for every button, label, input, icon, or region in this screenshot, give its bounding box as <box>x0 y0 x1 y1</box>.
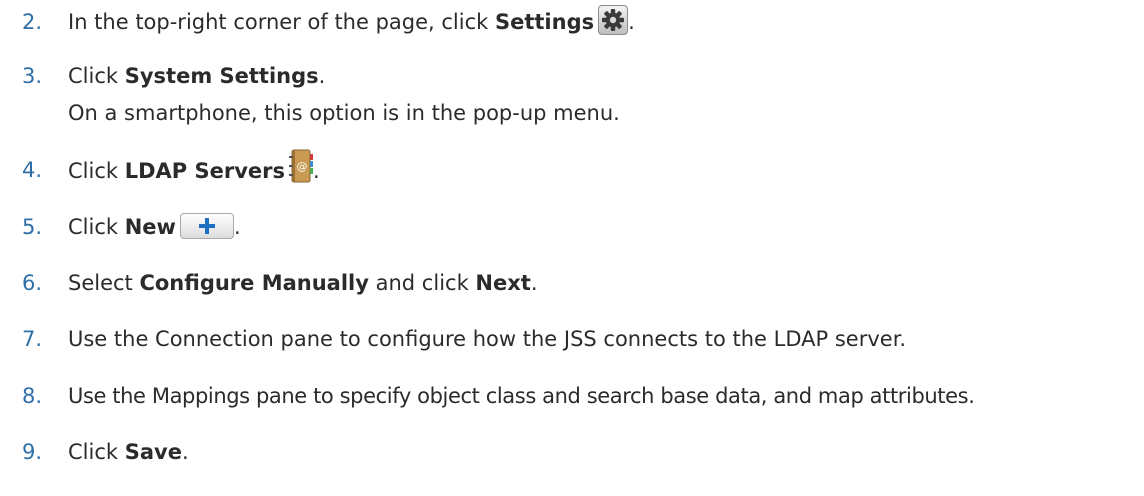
step-6: 6. Select Configure Manually and click N… <box>0 268 1144 298</box>
step-text: Use the Connection pane to configure how… <box>68 327 907 351</box>
step-number: 9. <box>22 440 43 464</box>
step-number: 4. <box>22 158 43 182</box>
step-number: 8. <box>22 384 43 408</box>
step-text-post: . <box>628 10 635 34</box>
step-9: 9. Click Save. <box>0 437 1144 467</box>
step-text: Select Configure Manually and click Next… <box>68 268 538 298</box>
step-4: 4. Click LDAP Servers @ . <box>0 149 1144 185</box>
step-text: Click System Settings. <box>68 61 325 91</box>
step-text: Click LDAP Servers @ . <box>68 149 320 189</box>
step-number: 3. <box>22 64 43 88</box>
address-book-icon: @ <box>289 149 313 183</box>
step-text-pre: Click <box>68 215 125 239</box>
step-text-post: . <box>233 215 241 239</box>
step-text: Click Save. <box>68 437 189 467</box>
step-number: 5. <box>22 215 43 239</box>
step-keyword-system-settings: System Settings <box>124 64 319 88</box>
plus-icon <box>179 213 234 239</box>
step-number: 2. <box>22 10 43 34</box>
step-text-post: . <box>313 159 320 183</box>
step-text-pre: Select <box>68 271 140 295</box>
step-2: 2. In the top-right corner of the page, … <box>0 5 1144 38</box>
step-number: 6. <box>22 271 43 295</box>
step-text: Use the Mappings pane to specify object … <box>68 384 975 408</box>
step-text-mid: and click <box>368 271 476 295</box>
step-text-post: . <box>181 440 189 464</box>
step-5: 5. Click New . <box>0 212 1144 242</box>
step-text-post: . <box>318 64 326 88</box>
step-number: 7. <box>22 327 43 351</box>
step-text: Click New . <box>68 212 241 242</box>
step-keyword-configure-manually: Configure Manually <box>139 271 369 295</box>
step-text-pre: In the top-right corner of the page, cli… <box>68 10 495 34</box>
step-3: 3. Click System Settings. <box>0 61 1144 91</box>
step-3-note: On a smartphone, this option is in the p… <box>68 101 620 125</box>
svg-text:@: @ <box>297 160 308 173</box>
step-keyword-save: Save <box>124 440 182 464</box>
step-text-pre: Click <box>68 440 125 464</box>
step-text-pre: Click <box>68 64 125 88</box>
step-text: In the top-right corner of the page, cli… <box>68 5 635 38</box>
step-keyword-next: Next <box>475 271 531 295</box>
step-keyword-settings: Settings <box>494 10 595 34</box>
step-8: 8. Use the Mappings pane to specify obje… <box>0 381 1144 411</box>
step-7: 7. Use the Connection pane to configure … <box>0 324 1144 354</box>
step-text-post: . <box>530 271 538 295</box>
gear-icon <box>598 5 629 35</box>
step-text-pre: Click <box>68 159 125 183</box>
step-keyword-new: New <box>124 215 176 239</box>
step-keyword-ldap-servers: LDAP Servers <box>124 159 285 183</box>
